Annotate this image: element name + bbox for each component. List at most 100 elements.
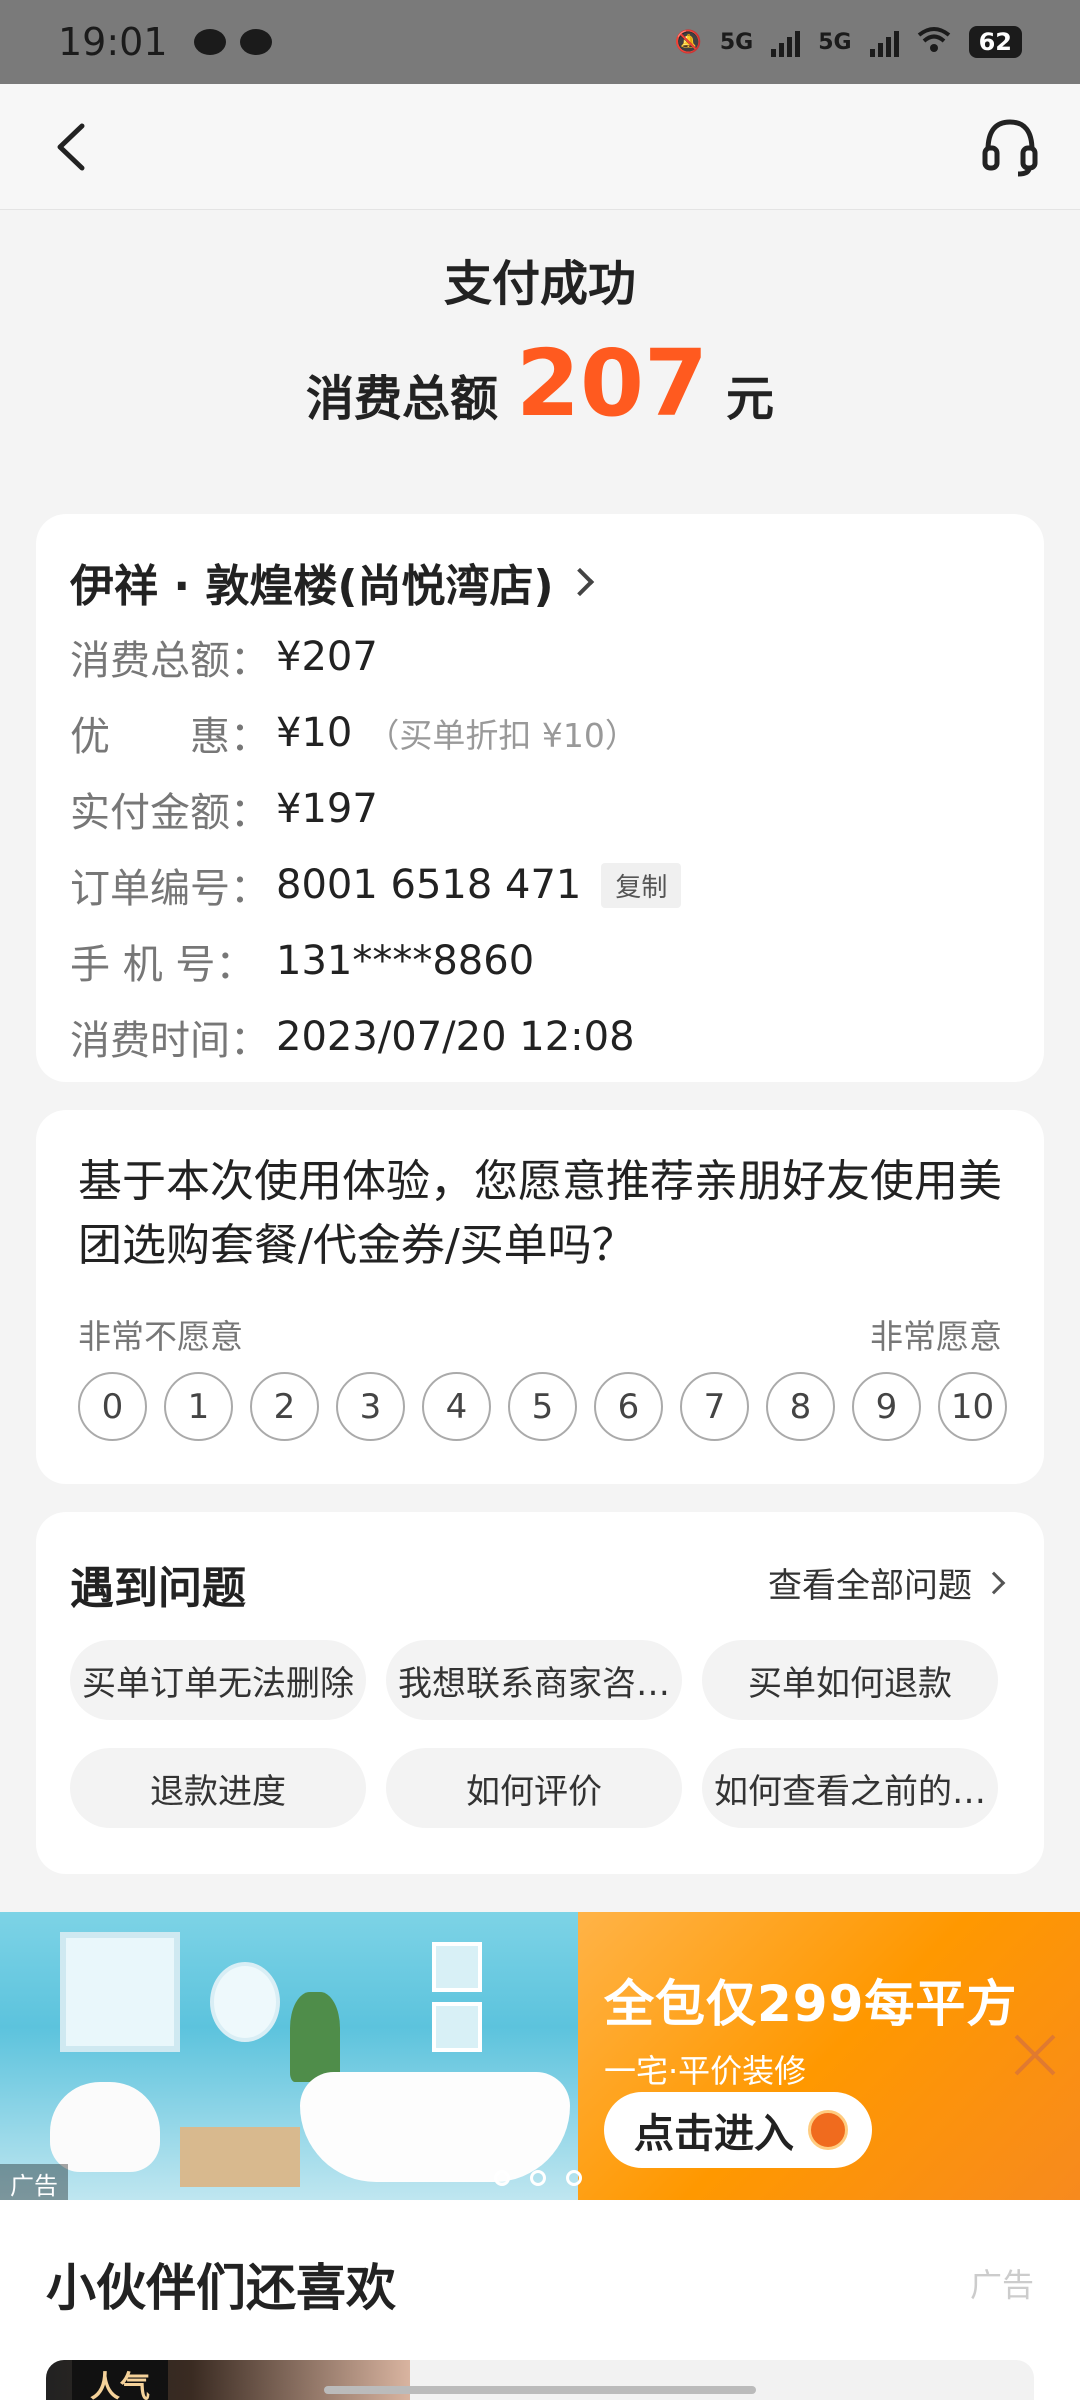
carousel-dot[interactable] (494, 2170, 510, 2186)
signal-icon-2 (869, 27, 899, 57)
toilet-shape (50, 2082, 160, 2172)
info-label: 手 机 号： (70, 942, 256, 988)
discount-note: （买单折扣 ¥10） (366, 716, 638, 755)
carousel-dot[interactable] (530, 2170, 546, 2186)
score-option-1[interactable]: 1 (164, 1372, 233, 1441)
bathroom-photo (0, 1912, 578, 2200)
plant-shape (290, 1992, 340, 2082)
close-ad-button[interactable] (1010, 2030, 1060, 2080)
score-option-10[interactable]: 10 (938, 1372, 1007, 1441)
info-value: ¥10 (276, 710, 353, 756)
store-name: 伊祥 · 敦煌楼(尚悦湾店) (70, 561, 554, 612)
ad-tag: 广告 (0, 2164, 68, 2200)
promo-panel: 全包仅299每平方 一宅·平价装修 点击进入 (578, 1912, 1080, 2200)
amount-unit: 元 (726, 371, 775, 427)
carousel-dots (494, 2170, 582, 2186)
status-right: 🔕 5G 5G 62 (674, 25, 1022, 59)
mat-shape (180, 2127, 300, 2187)
help-chip[interactable]: 买单如何退款 (702, 1640, 998, 1720)
score-option-6[interactable]: 6 (594, 1372, 663, 1441)
customer-service-button[interactable] (980, 116, 1040, 178)
promo-button-label: 点击进入 (634, 2111, 794, 2157)
score-option-9[interactable]: 9 (852, 1372, 921, 1441)
home-indicator[interactable] (324, 2386, 756, 2394)
info-row-order-id: 订单编号： 8001 6518 471 复制 (70, 856, 682, 914)
popular-tag: 人气 (72, 2360, 168, 2400)
ad-label: 广告 (969, 2266, 1034, 2304)
view-all-questions-link[interactable]: 查看全部问题 (768, 1558, 1006, 1607)
score-option-7[interactable]: 7 (680, 1372, 749, 1441)
message-icon (239, 29, 272, 55)
help-chip[interactable]: 我想联系商家咨… (386, 1640, 682, 1720)
score-option-8[interactable]: 8 (766, 1372, 835, 1441)
window-shape (60, 1932, 180, 2052)
help-card: 遇到问题 查看全部问题 买单订单无法删除 我想联系商家咨… 买单如何退款 退款进… (36, 1512, 1044, 1874)
ad-banner[interactable]: 全包仅299每平方 一宅·平价装修 点击进入 广告 (0, 1912, 1080, 2200)
score-option-2[interactable]: 2 (250, 1372, 319, 1441)
info-label: 订单编号： (70, 866, 270, 912)
headset-icon (982, 119, 1038, 177)
order-card: 伊祥 · 敦煌楼(尚悦湾店) 消费总额： ¥207 优 惠： ¥10 （买单折扣… (36, 514, 1044, 1082)
promo-enter-button[interactable]: 点击进入 (604, 2092, 872, 2168)
score-option-3[interactable]: 3 (336, 1372, 405, 1441)
notification-icons (193, 29, 272, 55)
score-option-4[interactable]: 4 (422, 1372, 491, 1441)
bathtub-shape (300, 2072, 570, 2182)
close-icon (1014, 2034, 1056, 2076)
amount-value: 207 (515, 330, 709, 437)
battery-indicator: 62 (968, 26, 1022, 58)
store-link[interactable]: 伊祥 · 敦煌楼(尚悦湾店) (70, 550, 594, 614)
info-value: ¥207 (276, 634, 378, 680)
chevron-left-icon (57, 123, 85, 171)
recommendation-item[interactable]: 人气 (46, 2360, 1034, 2400)
help-chip[interactable]: 如何查看之前的… (702, 1748, 998, 1828)
info-label: 实付金额： (70, 790, 270, 836)
chevron-right-icon (565, 567, 594, 597)
help-chip[interactable]: 退款进度 (70, 1748, 366, 1828)
status-bar: 19:01 🔕 5G 5G 62 (0, 0, 1080, 84)
signal-icon (771, 27, 801, 57)
order-id-value: 8001 6518 471 (276, 862, 582, 908)
scale-low-label: 非常不愿意 (78, 1317, 243, 1356)
help-chip[interactable]: 如何评价 (386, 1748, 682, 1828)
info-row-paid: 实付金额： ¥197 (70, 780, 378, 838)
network-label-1: 5G (719, 29, 754, 55)
info-row-time: 消费时间： 2023/07/20 12:08 (70, 1008, 635, 1066)
wifi-icon (917, 25, 951, 59)
survey-question: 基于本次使用体验，您愿意推荐亲朋好友使用美团选购套餐/代金券/买单吗？ (78, 1156, 1002, 1271)
help-title: 遇到问题 (70, 1563, 246, 1614)
page-title: 支付成功 (443, 256, 636, 312)
info-value: ¥197 (276, 786, 378, 832)
info-row-phone: 手 机 号： 131****8860 (70, 932, 534, 990)
info-label: 消费时间： (70, 1018, 270, 1064)
mirror-shape (210, 1962, 280, 2042)
network-label-2: 5G (818, 29, 852, 55)
promo-title: 全包仅299每平方 (604, 1975, 1018, 2033)
basketball-icon (808, 2110, 848, 2150)
view-all-label: 查看全部问题 (768, 1566, 972, 1606)
total-amount: 消费总额 207 元 (0, 338, 1080, 430)
mute-icon: 🔕 (674, 29, 702, 55)
frame-shape (432, 1942, 482, 1992)
info-value: 2023/07/20 12:08 (276, 1014, 635, 1060)
nps-survey-card: 基于本次使用体验，您愿意推荐亲朋好友使用美团选购套餐/代金券/买单吗？ 非常不愿… (36, 1110, 1044, 1484)
info-label: 优 惠： (70, 714, 270, 760)
score-option-5[interactable]: 5 (508, 1372, 577, 1441)
recommendations-title: 小伙伴们还喜欢 (46, 2259, 396, 2317)
score-option-0[interactable]: 0 (78, 1372, 147, 1441)
info-value: 131****8860 (276, 938, 535, 984)
recommendations-section: 小伙伴们还喜欢 广告 人气 (0, 2200, 1080, 2400)
carousel-dot[interactable] (566, 2170, 582, 2186)
help-chip[interactable]: 买单订单无法删除 (70, 1640, 366, 1720)
info-row-discount: 优 惠： ¥10 （买单折扣 ¥10） (70, 704, 638, 762)
wechat-icon (193, 29, 226, 55)
frame-shape (432, 2002, 482, 2052)
amount-label: 消费总额 (305, 371, 498, 427)
copy-order-id-button[interactable]: 复制 (601, 862, 682, 908)
nav-bar (0, 84, 1080, 210)
back-button[interactable] (52, 122, 92, 172)
scale-high-label: 非常愿意 (870, 1317, 1002, 1356)
page: 19:01 🔕 5G 5G 62 支付成功 消费总额 207 元 伊祥 · 敦煌… (0, 0, 1080, 2400)
promo-subtitle: 一宅·平价装修 (604, 2052, 807, 2090)
status-time: 19:01 (58, 20, 168, 64)
